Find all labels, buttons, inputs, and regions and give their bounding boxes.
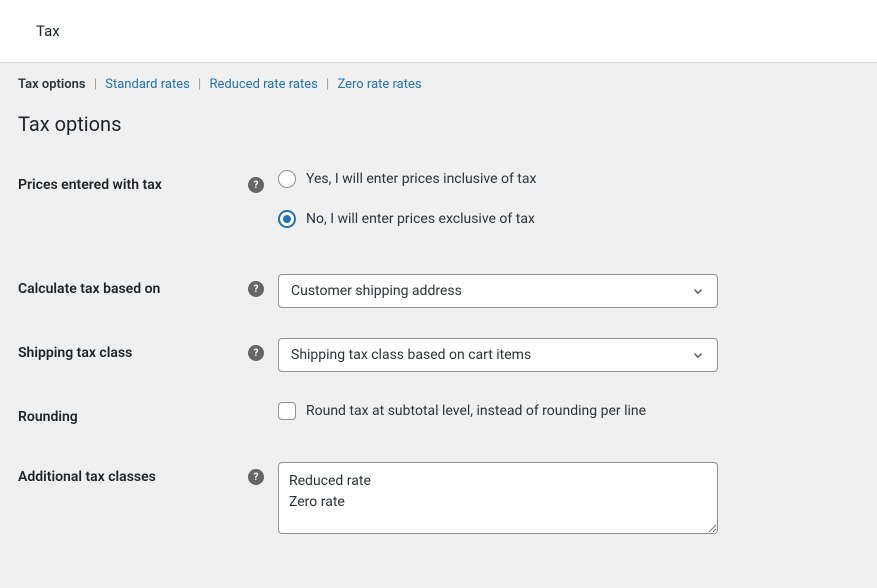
input-col: Round tax at subtotal level, instead of … <box>278 402 859 420</box>
radio-row-exclusive[interactable]: No, I will enter prices exclusive of tax <box>278 210 859 228</box>
help-col: ? <box>248 338 278 368</box>
content: Tax options Prices entered with tax ? Ye… <box>0 92 877 588</box>
help-col <box>248 402 278 432</box>
checkbox-label-rounding: Round tax at subtotal level, instead of … <box>306 403 646 419</box>
radio-row-inclusive[interactable]: Yes, I will enter prices inclusive of ta… <box>278 170 859 188</box>
label-col: Prices entered with tax <box>18 170 248 200</box>
help-col: ? <box>248 170 278 200</box>
select-calculate-basis[interactable]: Customer shipping address <box>278 274 718 308</box>
subnav-separator: | <box>198 77 201 92</box>
label-additional-classes: Additional tax classes <box>18 469 238 485</box>
page-header: Tax <box>0 0 877 62</box>
subnav: Tax options | Standard rates | Reduced r… <box>0 62 877 92</box>
label-prices-with-tax: Prices entered with tax <box>18 177 238 193</box>
row-rounding: Rounding Round tax at subtotal level, in… <box>18 402 859 432</box>
select-value: Shipping tax class based on cart items <box>291 347 531 363</box>
help-icon[interactable]: ? <box>248 281 264 297</box>
radio-group-prices-with-tax: Yes, I will enter prices inclusive of ta… <box>278 170 859 228</box>
radio-label-inclusive: Yes, I will enter prices inclusive of ta… <box>306 171 536 187</box>
radio-inclusive[interactable] <box>278 170 296 188</box>
label-col: Shipping tax class <box>18 338 248 368</box>
subnav-zero-rate-rates[interactable]: Zero rate rates <box>337 77 421 92</box>
subnav-separator: | <box>326 77 329 92</box>
select-value: Customer shipping address <box>291 283 462 299</box>
page-title: Tax options <box>18 112 859 136</box>
subnav-separator: | <box>94 77 97 92</box>
row-prices-with-tax: Prices entered with tax ? Yes, I will en… <box>18 170 859 228</box>
checkbox-row-rounding[interactable]: Round tax at subtotal level, instead of … <box>278 402 859 420</box>
help-col: ? <box>248 462 278 492</box>
radio-label-exclusive: No, I will enter prices exclusive of tax <box>306 211 535 227</box>
chevron-down-icon <box>691 284 705 298</box>
row-additional-classes: Additional tax classes ? <box>18 462 859 538</box>
select-shipping-class[interactable]: Shipping tax class based on cart items <box>278 338 718 372</box>
label-shipping-class: Shipping tax class <box>18 345 238 361</box>
label-rounding: Rounding <box>18 409 238 425</box>
input-col <box>278 462 859 538</box>
help-icon[interactable]: ? <box>248 469 264 485</box>
help-icon[interactable]: ? <box>248 345 264 361</box>
label-col: Additional tax classes <box>18 462 248 492</box>
label-calculate-basis: Calculate tax based on <box>18 281 238 297</box>
label-col: Calculate tax based on <box>18 274 248 304</box>
input-col: Shipping tax class based on cart items <box>278 338 859 372</box>
textarea-additional-classes[interactable] <box>278 462 718 534</box>
help-col: ? <box>248 274 278 304</box>
label-col: Rounding <box>18 402 248 432</box>
help-icon[interactable]: ? <box>248 177 264 193</box>
checkbox-rounding[interactable] <box>278 402 296 420</box>
row-shipping-class: Shipping tax class ? Shipping tax class … <box>18 338 859 372</box>
radio-exclusive[interactable] <box>278 210 296 228</box>
subnav-reduced-rate-rates[interactable]: Reduced rate rates <box>209 77 317 92</box>
header-title: Tax <box>36 22 60 40</box>
chevron-down-icon <box>691 348 705 362</box>
input-col: Customer shipping address <box>278 274 859 308</box>
row-calculate-basis: Calculate tax based on ? Customer shippi… <box>18 274 859 308</box>
input-col: Yes, I will enter prices inclusive of ta… <box>278 170 859 228</box>
subnav-standard-rates[interactable]: Standard rates <box>105 77 190 92</box>
subnav-tax-options[interactable]: Tax options <box>18 77 86 92</box>
